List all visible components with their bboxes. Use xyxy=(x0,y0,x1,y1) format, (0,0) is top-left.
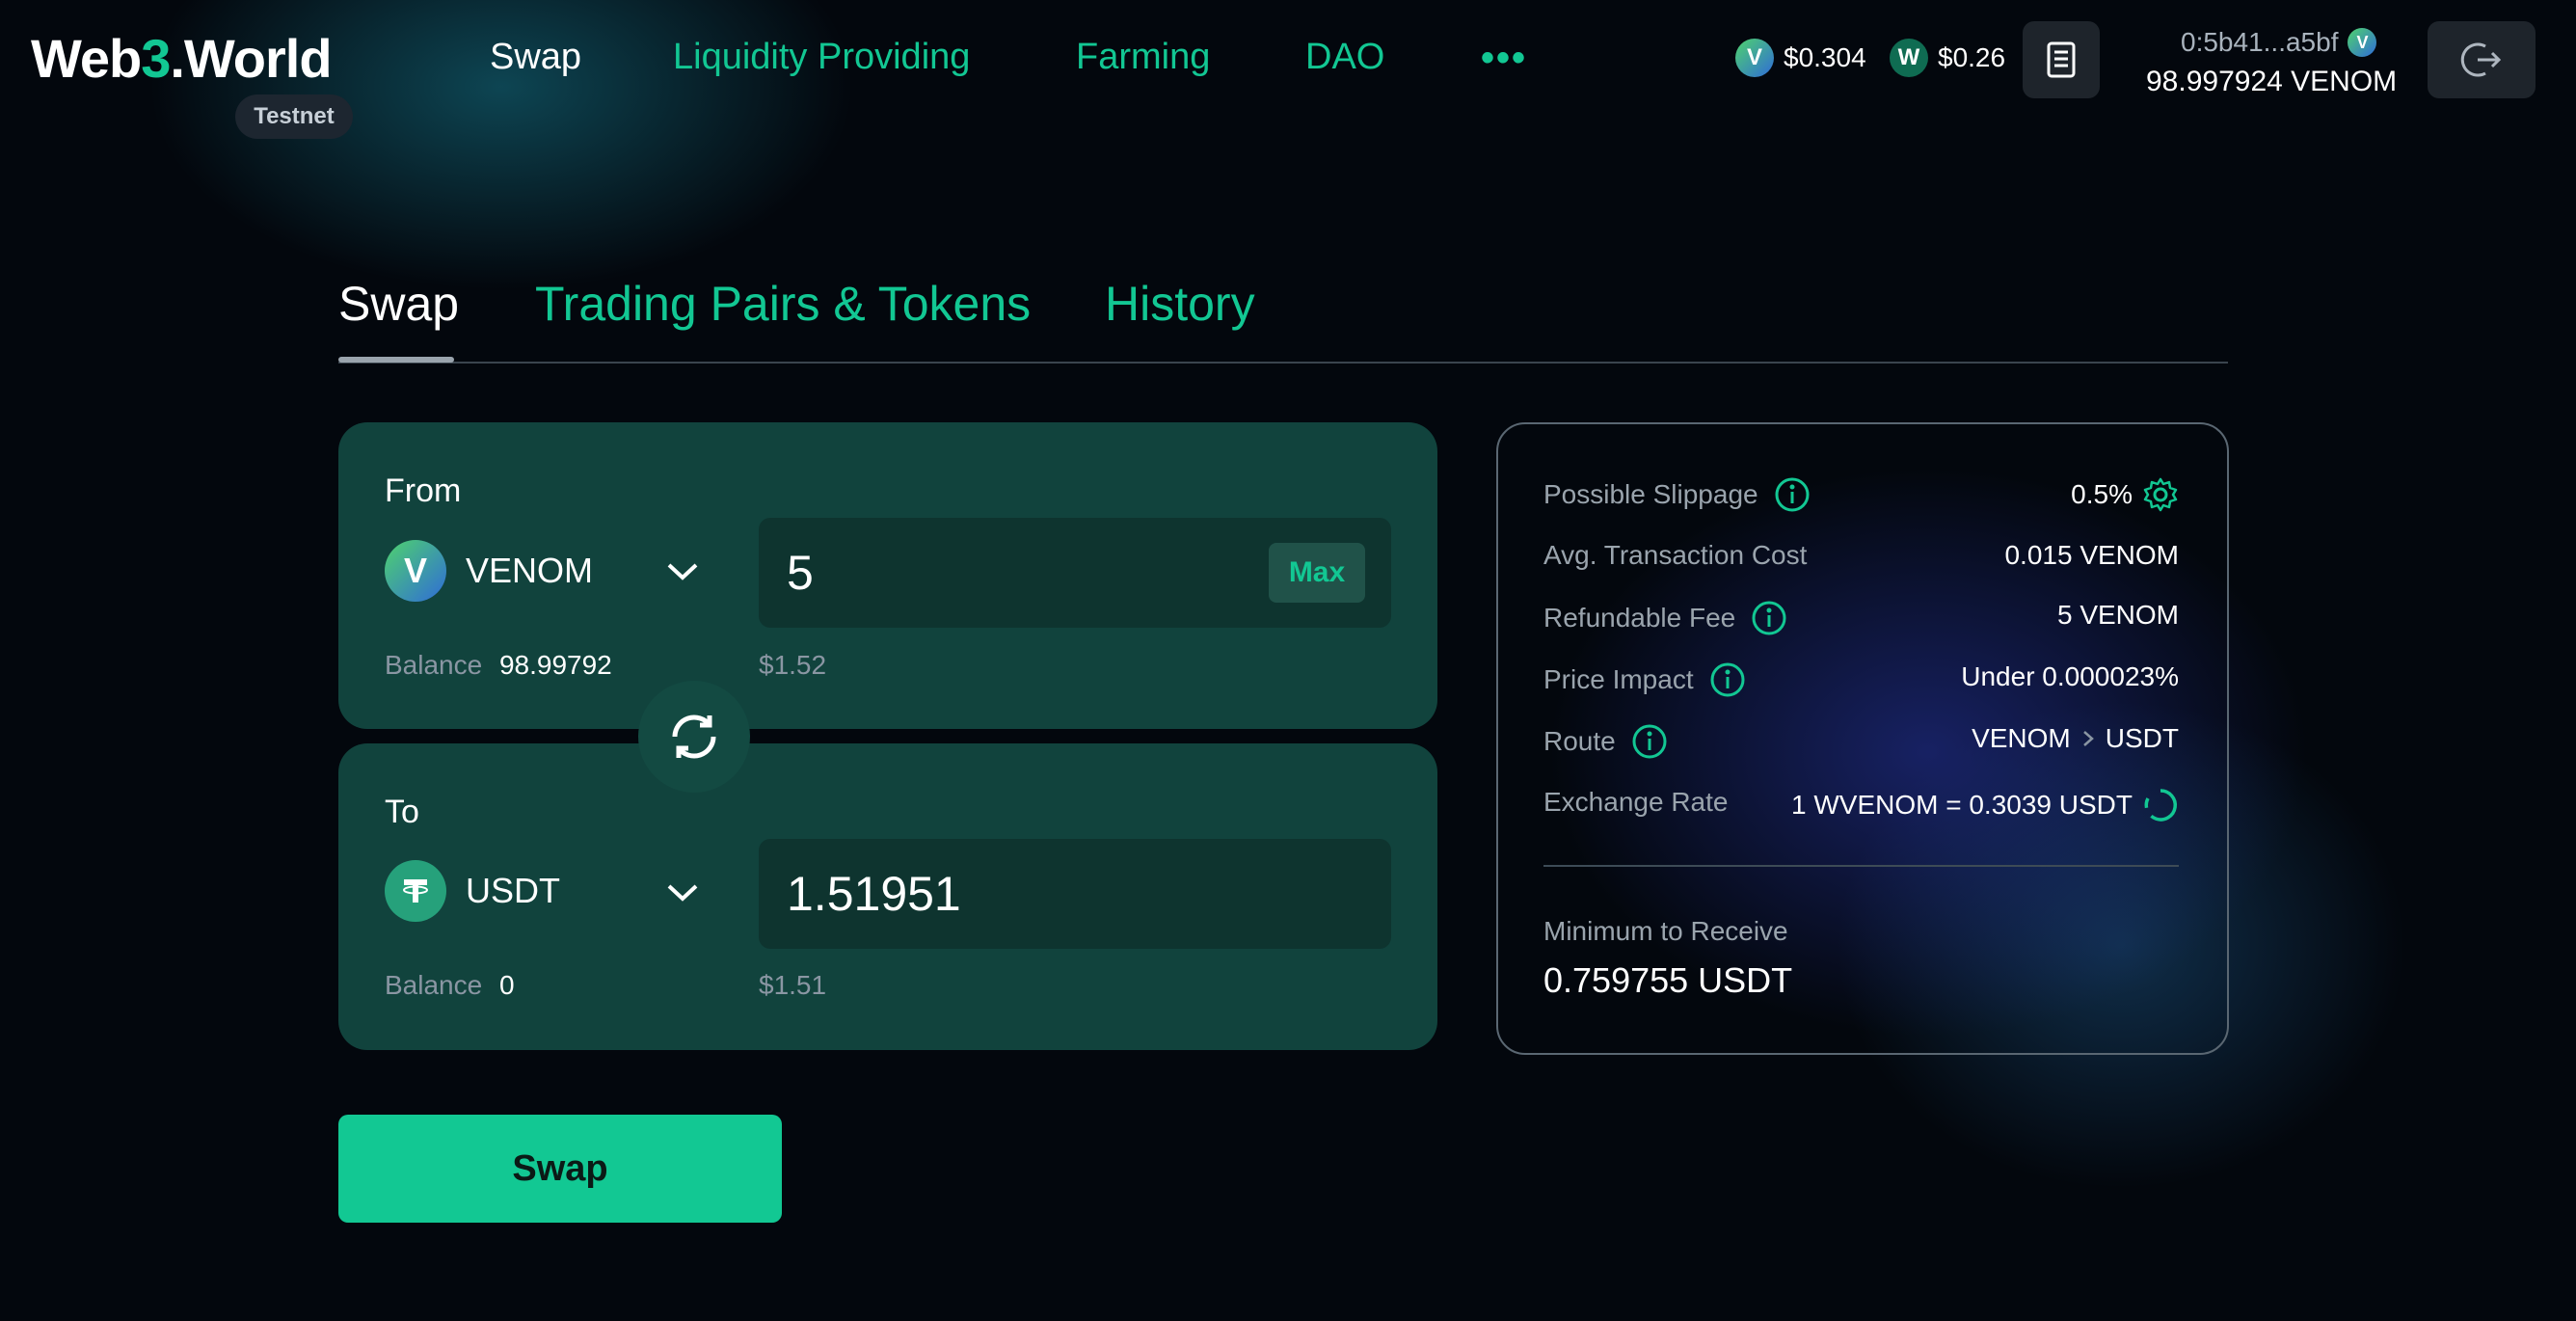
refundable-row-label: Refundable Fee xyxy=(1543,600,1787,636)
from-balance-label: Balance xyxy=(385,650,483,680)
tabs-divider xyxy=(338,362,2228,364)
active-tab-indicator xyxy=(338,357,454,363)
wallet-venom-icon: V xyxy=(2348,28,2377,57)
slippage-value: 0.5% xyxy=(2071,479,2133,509)
min-receive-value: 0.759755 USDT xyxy=(1543,960,1793,1000)
route-label: Route xyxy=(1543,726,1616,756)
switch-direction-button[interactable] xyxy=(638,681,750,793)
impact-label: Price Impact xyxy=(1543,664,1694,694)
from-usd-value: $1.52 xyxy=(759,650,827,680)
to-token-name: USDT xyxy=(466,871,560,910)
info-icon[interactable] xyxy=(1774,476,1811,513)
chevron-down-icon[interactable] xyxy=(665,880,700,903)
venom-token-icon: V xyxy=(1735,39,1774,77)
logo-text-world: .World xyxy=(170,28,332,89)
info-icon[interactable] xyxy=(1631,723,1668,760)
venom-price: V $0.304 xyxy=(1735,39,1866,77)
wallet-address[interactable]: 0:5b41...a5bf V xyxy=(2181,27,2377,58)
wallet-balance: 98.997924 VENOM xyxy=(2146,66,2398,97)
info-icon[interactable] xyxy=(1709,661,1746,698)
avg-cost-label: Avg. Transaction Cost xyxy=(1543,540,1808,570)
wallet-address-text: 0:5b41...a5bf xyxy=(2181,27,2339,57)
to-balance-label: Balance xyxy=(385,970,483,1000)
route-from: VENOM xyxy=(1972,723,2071,753)
wvenom-price: W $0.26 xyxy=(1890,39,2005,77)
usdt-token-icon xyxy=(385,860,446,922)
slippage-label: Possible Slippage xyxy=(1543,479,1758,509)
from-balance-value: 98.99792 xyxy=(498,650,612,680)
refresh-arrows-icon xyxy=(672,714,716,759)
to-label: To xyxy=(385,794,419,830)
chevron-right-icon xyxy=(2082,731,2094,746)
venom-price-value: $0.304 xyxy=(1784,42,1866,72)
rate-value: 1 WVENOM = 0.3039 USDT xyxy=(1790,790,2133,820)
from-token-selector[interactable]: V VENOM xyxy=(385,540,593,602)
more-menu-button[interactable]: ••• xyxy=(1481,37,1527,80)
route-value: VENOM USDT xyxy=(1832,723,2179,754)
from-amount-value: 5 xyxy=(787,546,814,600)
logo[interactable]: Web3.World xyxy=(31,27,333,90)
slippage-row-value: 0.5% xyxy=(1832,476,2179,513)
from-label: From xyxy=(385,472,462,509)
to-balance-value: 0 xyxy=(498,970,515,1000)
route-row-label: Route xyxy=(1543,723,1668,760)
route-to: USDT xyxy=(2105,723,2179,753)
testnet-badge: Testnet xyxy=(235,94,353,139)
panel-divider xyxy=(1543,865,2179,867)
impact-value: Under 0.000023% xyxy=(1961,661,2179,691)
impact-row-label: Price Impact xyxy=(1543,661,1746,698)
logout-icon xyxy=(2460,42,2502,77)
min-receive-label: Minimum to Receive xyxy=(1543,916,1788,946)
logo-text-three: 3 xyxy=(141,28,171,89)
nav-dao[interactable]: DAO xyxy=(1305,37,1384,78)
info-icon[interactable] xyxy=(1751,600,1787,636)
rate-refresh-icon[interactable] xyxy=(2142,787,2179,823)
to-token-selector[interactable]: USDT xyxy=(385,860,560,922)
logo-text-b: b xyxy=(109,28,142,89)
logo-text-web: We xyxy=(31,28,110,89)
nav-farming[interactable]: Farming xyxy=(1076,37,1210,78)
slippage-row-label: Possible Slippage xyxy=(1543,476,1811,513)
wvenom-token-icon: W xyxy=(1890,39,1928,77)
tab-trading-pairs-tokens[interactable]: Trading Pairs & Tokens xyxy=(535,276,1031,332)
to-balance: Balance 0 xyxy=(385,970,515,1001)
document-icon xyxy=(2047,41,2076,78)
chevron-down-icon[interactable] xyxy=(665,559,700,582)
settings-gear-icon[interactable] xyxy=(2142,476,2179,513)
avg-cost-value: 0.015 VENOM xyxy=(2004,540,2179,570)
refundable-label: Refundable Fee xyxy=(1543,603,1736,633)
tab-swap[interactable]: Swap xyxy=(338,276,459,332)
wvenom-price-value: $0.26 xyxy=(1938,42,2006,72)
document-button[interactable] xyxy=(2023,21,2100,98)
max-button[interactable]: Max xyxy=(1269,543,1365,603)
nav-liquidity-providing[interactable]: Liquidity Providing xyxy=(673,37,970,78)
swap-button[interactable]: Swap xyxy=(338,1115,782,1223)
to-usd-value: $1.51 xyxy=(759,970,827,1000)
tab-history[interactable]: History xyxy=(1105,276,1255,332)
rate-label: Exchange Rate xyxy=(1543,787,1729,817)
venom-token-icon: V xyxy=(385,540,446,602)
refundable-value: 5 VENOM xyxy=(2056,600,2179,630)
from-token-name: VENOM xyxy=(466,551,594,590)
to-amount-value: 1.51951 xyxy=(787,867,961,921)
from-balance: Balance 98.99792 xyxy=(385,650,612,681)
rate-row-value: 1 WVENOM = 0.3039 USDT xyxy=(1774,787,2179,823)
tether-icon xyxy=(403,879,428,903)
nav-swap[interactable]: Swap xyxy=(490,37,581,78)
logout-button[interactable] xyxy=(2428,21,2536,98)
